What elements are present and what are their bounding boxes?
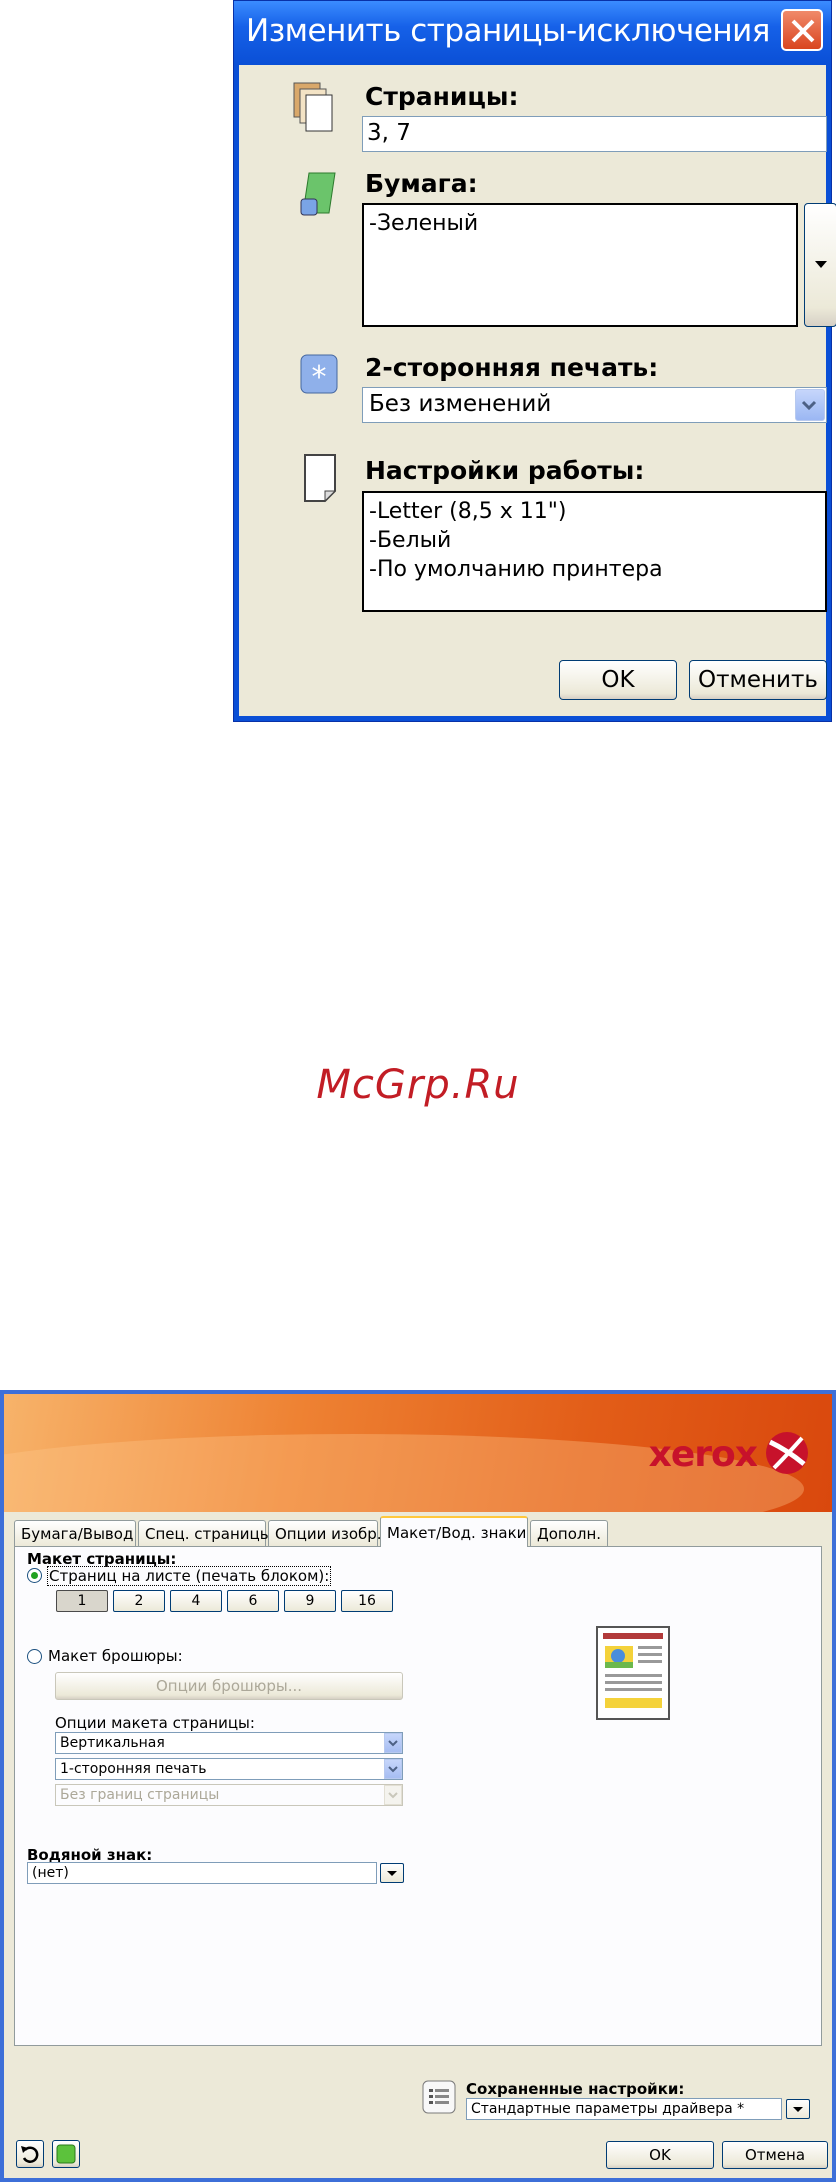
- page-preview-icon: [596, 1626, 670, 1720]
- duplex-value: Без изменений: [369, 391, 552, 417]
- job-settings-label: Настройки работы:: [365, 456, 645, 485]
- dialog-title: Изменить страницы-исключения: [246, 13, 770, 49]
- title-bar[interactable]: Изменить страницы-исключения: [234, 1, 831, 65]
- xerox-logo-text: xerox: [648, 1434, 758, 1475]
- booklet-label[interactable]: Макет брошюры:: [48, 1647, 183, 1665]
- pages-per-sheet-16[interactable]: 16: [341, 1590, 393, 1612]
- saved-settings-dropdown-button[interactable]: [786, 2099, 810, 2119]
- pages-field[interactable]: 3, 7: [362, 116, 827, 152]
- watermark-field[interactable]: (нет): [27, 1862, 377, 1884]
- pages-per-sheet-2[interactable]: 2: [113, 1590, 165, 1612]
- tab-special-pages[interactable]: Спец. страницы: [138, 1520, 272, 1546]
- pages-per-sheet-1[interactable]: 1: [56, 1590, 108, 1612]
- sides-value: 1-сторонняя печать: [60, 1761, 207, 1777]
- job-settings-item: -Белый: [369, 528, 452, 553]
- saved-settings-icon: [422, 2080, 456, 2114]
- chevron-down-icon[interactable]: [384, 1759, 402, 1779]
- pages-per-sheet-6[interactable]: 6: [227, 1590, 279, 1612]
- paper-dropdown-button[interactable]: [804, 203, 836, 327]
- job-settings-list: -Letter (8,5 x 11") -Белый -По умолчанию…: [362, 491, 827, 612]
- tab-advanced[interactable]: Дополн.: [530, 1520, 608, 1546]
- site-watermark: McGrp.Ru: [316, 1062, 520, 1108]
- xerox-logo-icon: [766, 1432, 808, 1474]
- booklet-options-button[interactable]: Опции брошюры...: [55, 1672, 403, 1700]
- tab-image-options[interactable]: Опции изобр.: [268, 1520, 382, 1546]
- dialog-client-area: Страницы: 3, 7 Бумага: -Зеленый * 2-стор…: [239, 65, 836, 716]
- pages-per-sheet-radio[interactable]: [27, 1568, 42, 1583]
- job-settings-item: -По умолчанию принтера: [369, 557, 663, 582]
- reset-defaults-button[interactable]: [16, 2140, 44, 2168]
- tab-layout-watermark[interactable]: Макет/Вод. знаки: [380, 1516, 528, 1547]
- duplex-icon: *: [300, 354, 338, 395]
- chevron-down-icon[interactable]: [384, 1785, 402, 1805]
- saved-settings-field[interactable]: Стандартные параметры драйвера *: [466, 2098, 782, 2120]
- pages-per-sheet-label[interactable]: Страниц на листе (печать блоком):: [47, 1566, 332, 1586]
- pages-label: Страницы:: [365, 82, 519, 111]
- exception-pages-dialog: Изменить страницы-исключения Страницы: 3…: [233, 0, 836, 722]
- dropdown-arrow-icon: [815, 261, 827, 268]
- pages-icon: [293, 82, 333, 132]
- chevron-down-icon[interactable]: [384, 1733, 402, 1753]
- booklet-radio[interactable]: [27, 1649, 42, 1664]
- chevron-down-icon[interactable]: [795, 389, 825, 421]
- orientation-select[interactable]: Вертикальная: [55, 1732, 403, 1754]
- job-settings-item: -Letter (8,5 x 11"): [369, 499, 567, 524]
- duplex-label: 2-сторонняя печать:: [365, 353, 659, 382]
- brand-banner: xerox: [4, 1394, 832, 1512]
- tab-paper-output[interactable]: Бумага/Вывод: [14, 1520, 136, 1546]
- borders-select[interactable]: Без границ страницы: [55, 1784, 403, 1806]
- ok-button[interactable]: OK: [606, 2141, 714, 2169]
- layout-options-heading: Опции макета страницы:: [55, 1714, 255, 1732]
- borders-value: Без границ страницы: [60, 1787, 220, 1803]
- printer-properties-dialog: xerox Бумага/Вывод Спец. страницы Опции …: [0, 1390, 836, 2182]
- saved-settings-label: Сохраненные настройки:: [466, 2080, 685, 2098]
- document-icon: [304, 454, 337, 503]
- watermark-dropdown-button[interactable]: [380, 1863, 404, 1883]
- undo-icon: [21, 2146, 39, 2163]
- cancel-button[interactable]: Отмена: [722, 2141, 828, 2169]
- sides-select[interactable]: 1-сторонняя печать: [55, 1758, 403, 1780]
- paper-label: Бумага:: [365, 169, 478, 198]
- paper-icon: [300, 172, 336, 216]
- cancel-button[interactable]: Отменить: [689, 660, 827, 700]
- close-button[interactable]: [781, 9, 823, 51]
- ok-button[interactable]: OK: [559, 660, 677, 700]
- close-icon: [791, 19, 815, 43]
- pages-per-sheet-9[interactable]: 9: [284, 1590, 336, 1612]
- status-button[interactable]: [52, 2140, 80, 2168]
- paper-item[interactable]: -Зеленый: [369, 209, 791, 238]
- paper-list[interactable]: -Зеленый: [362, 203, 798, 327]
- pages-per-sheet-4[interactable]: 4: [170, 1590, 222, 1612]
- duplex-select[interactable]: Без изменений: [362, 387, 827, 423]
- dialog-client-area: xerox Бумага/Вывод Спец. страницы Опции …: [4, 1394, 832, 2178]
- status-icon: [56, 2144, 76, 2164]
- orientation-value: Вертикальная: [60, 1735, 165, 1751]
- svg-text:*: *: [312, 360, 327, 395]
